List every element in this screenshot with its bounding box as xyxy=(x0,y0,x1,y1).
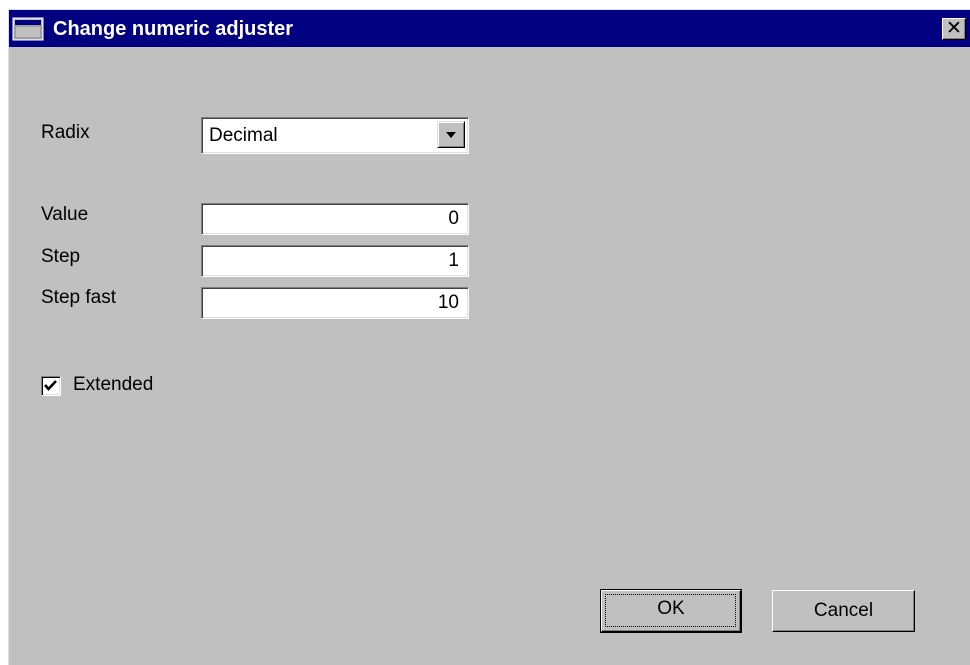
radix-select[interactable]: Decimal xyxy=(201,117,469,154)
checkmark-icon xyxy=(44,380,57,391)
close-button[interactable]: ✕ xyxy=(942,18,966,40)
chevron-down-icon xyxy=(446,132,456,138)
step-label: Step xyxy=(41,246,81,267)
window-icon xyxy=(12,17,44,41)
step-fast-label: Step fast xyxy=(41,287,116,308)
radix-selected-value: Decimal xyxy=(209,125,278,146)
cancel-button-label: Cancel xyxy=(813,600,874,621)
radix-label: Radix xyxy=(41,122,90,143)
dialog-title: Change numeric adjuster xyxy=(53,18,294,40)
step-field[interactable]: 1 xyxy=(201,245,469,277)
change-numeric-adjuster-dialog: Change numeric adjuster ✕ Radix Decimal … xyxy=(8,9,970,665)
value-label: Value xyxy=(41,204,89,225)
step-fast-field-text: 10 xyxy=(437,292,459,313)
cancel-button[interactable]: Cancel xyxy=(772,590,915,632)
close-icon: ✕ xyxy=(946,18,962,39)
step-field-text: 1 xyxy=(448,250,459,271)
title-bar: Change numeric adjuster ✕ xyxy=(9,10,970,47)
ok-button-label: OK xyxy=(657,598,685,619)
radix-dropdown-button[interactable] xyxy=(437,121,465,148)
step-fast-field[interactable]: 10 xyxy=(201,287,469,319)
extended-label: Extended xyxy=(73,374,154,395)
value-field[interactable]: 0 xyxy=(201,203,469,235)
ok-button[interactable]: OK xyxy=(600,589,742,633)
extended-checkbox[interactable] xyxy=(41,376,61,396)
value-field-text: 0 xyxy=(448,208,459,229)
